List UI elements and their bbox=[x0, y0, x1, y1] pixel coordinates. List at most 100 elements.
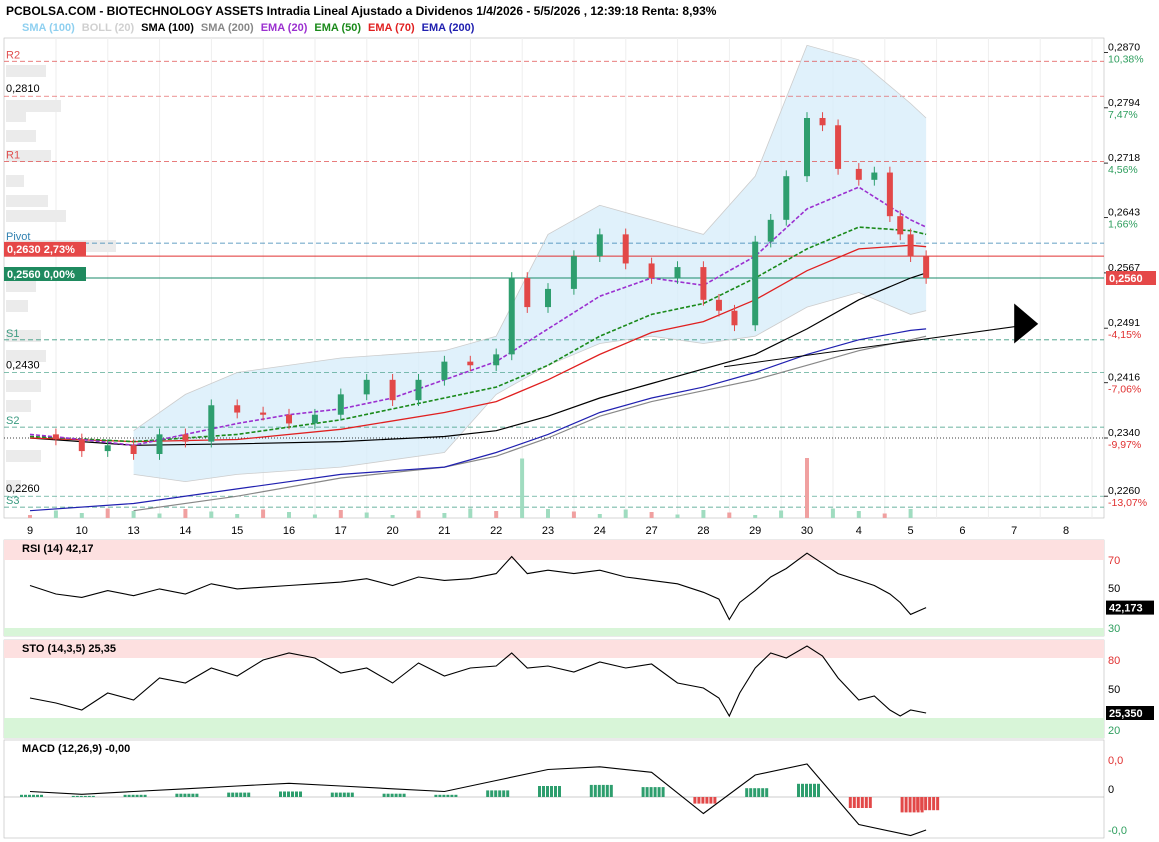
rsi-zone bbox=[4, 628, 1104, 636]
right-axis-pct: 10,38% bbox=[1108, 54, 1144, 66]
right-axis-price: 0,2794 bbox=[1108, 97, 1140, 109]
candle-body bbox=[855, 168, 862, 180]
macd-histogram-bar bbox=[709, 797, 713, 804]
rsi-label: RSI (14) 42,17 bbox=[22, 543, 94, 555]
pivot-level-label: R1 bbox=[6, 150, 20, 162]
x-axis-label: 8 bbox=[1063, 525, 1069, 537]
volume-bar bbox=[830, 508, 835, 518]
macd-histogram-bar bbox=[195, 793, 199, 797]
macd-histogram-bar bbox=[506, 790, 510, 797]
right-axis-price: 0,2340 bbox=[1108, 427, 1140, 439]
left-price-label: 0,2260 bbox=[6, 483, 40, 495]
volume-bar bbox=[753, 515, 758, 518]
macd-histogram-bar bbox=[609, 784, 613, 797]
macd-histogram-bar bbox=[550, 786, 553, 797]
macd-histogram-bar bbox=[183, 793, 187, 797]
macd-histogram-bar bbox=[693, 797, 697, 804]
macd-histogram-bar bbox=[701, 797, 705, 804]
macd-histogram-bar bbox=[139, 794, 143, 797]
macd-histogram-bar bbox=[28, 794, 31, 797]
volume-bar bbox=[442, 513, 447, 518]
macd-histogram-bar bbox=[83, 795, 87, 797]
x-axis-label: 15 bbox=[231, 525, 243, 537]
macd-histogram-bar bbox=[649, 787, 653, 797]
macd-histogram-bar bbox=[605, 784, 609, 797]
candle-body bbox=[907, 234, 914, 257]
volume-bar bbox=[312, 514, 317, 518]
rsi-level-label: 30 bbox=[1108, 623, 1120, 635]
volume-bar bbox=[675, 514, 680, 518]
macd-histogram-bar bbox=[657, 787, 661, 797]
macd-histogram-bar bbox=[641, 787, 645, 797]
sto-zone bbox=[4, 718, 1104, 738]
sto-tag-text: 25,350 bbox=[1109, 708, 1143, 720]
volume-profile-bar bbox=[6, 400, 31, 412]
volume-bar bbox=[364, 512, 369, 518]
rsi-zone bbox=[4, 540, 1104, 560]
macd-histogram-bar bbox=[936, 797, 940, 811]
candle-body bbox=[700, 267, 707, 300]
candle-body bbox=[897, 216, 904, 235]
macd-histogram-bar bbox=[801, 783, 804, 797]
macd-histogram-bar bbox=[191, 793, 195, 797]
macd-histogram-bar bbox=[765, 788, 769, 797]
x-axis-label: 6 bbox=[959, 525, 965, 537]
macd-histogram-bar bbox=[434, 794, 438, 797]
macd-histogram-bar bbox=[334, 792, 338, 797]
macd-histogram-bar bbox=[239, 792, 243, 797]
macd-histogram-bar bbox=[131, 794, 135, 797]
candle-body bbox=[234, 405, 241, 413]
current-price-box-text: 0,2630 2,73% bbox=[7, 244, 75, 256]
candle-body bbox=[508, 278, 515, 355]
macd-histogram-bar bbox=[498, 790, 502, 797]
volume-bar bbox=[261, 509, 266, 518]
volume-profile-bar bbox=[6, 380, 41, 392]
macd-histogram-bar bbox=[299, 791, 302, 797]
x-axis-label: 16 bbox=[283, 525, 295, 537]
macd-histogram-bar bbox=[848, 797, 852, 808]
macd-histogram-bar bbox=[346, 792, 350, 797]
x-axis-label: 24 bbox=[594, 525, 606, 537]
candle-body bbox=[622, 234, 629, 264]
macd-histogram-bar bbox=[697, 797, 701, 804]
macd-histogram-bar bbox=[645, 787, 649, 797]
macd-level-label: -0,0 bbox=[1108, 825, 1127, 837]
right-axis-pct: -7,06% bbox=[1108, 384, 1141, 396]
macd-histogram-bar bbox=[916, 797, 920, 811]
macd-histogram-bar bbox=[450, 794, 454, 797]
right-axis-pct: 7,47% bbox=[1108, 109, 1138, 121]
volume-bar bbox=[727, 512, 732, 518]
macd-histogram-bar bbox=[454, 794, 458, 797]
macd-histogram-bar bbox=[538, 786, 541, 797]
sto-zone bbox=[4, 640, 1104, 658]
volume-bar bbox=[28, 515, 32, 518]
candle-body bbox=[886, 172, 893, 217]
macd-histogram-bar bbox=[227, 792, 231, 797]
macd-histogram-bar bbox=[912, 797, 916, 813]
macd-label: MACD (12,26,9) -0,00 bbox=[22, 743, 130, 755]
macd-histogram-bar bbox=[394, 793, 398, 797]
pivot-level-label: R2 bbox=[6, 49, 20, 61]
right-axis-price: 0,2643 bbox=[1108, 207, 1140, 219]
right-axis-price: 0,2718 bbox=[1108, 152, 1140, 164]
macd-histogram-bar bbox=[79, 795, 83, 797]
candle-body bbox=[415, 379, 422, 401]
macd-histogram-bar bbox=[601, 784, 605, 797]
macd-histogram-bar bbox=[123, 794, 127, 797]
x-axis-label: 5 bbox=[908, 525, 914, 537]
volume-bar bbox=[79, 513, 84, 518]
rsi-level-label: 50 bbox=[1108, 583, 1120, 595]
right-axis-price: 0,2870 bbox=[1108, 42, 1140, 54]
candle-body bbox=[819, 118, 826, 126]
macd-histogram-bar bbox=[402, 793, 406, 797]
macd-histogram-bar bbox=[817, 783, 820, 797]
x-axis-label: 28 bbox=[697, 525, 709, 537]
macd-histogram-bar bbox=[757, 788, 761, 797]
right-axis-price: 0,2260 bbox=[1108, 485, 1140, 497]
macd-histogram-bar bbox=[127, 794, 131, 797]
candle-body bbox=[286, 414, 292, 424]
macd-histogram-bar bbox=[809, 783, 812, 797]
candle-body bbox=[311, 414, 318, 424]
macd-histogram-bar bbox=[900, 797, 904, 813]
macd-histogram-bar bbox=[390, 793, 394, 797]
